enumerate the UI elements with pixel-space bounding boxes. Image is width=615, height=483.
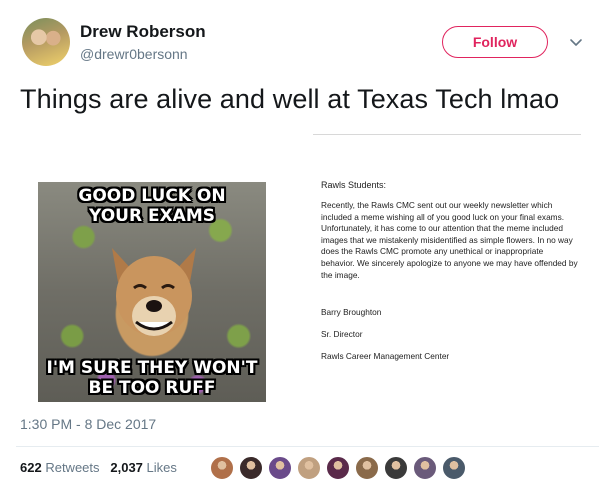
author-avatar[interactable] xyxy=(22,18,70,66)
retweets-count[interactable]: 622 xyxy=(20,460,42,475)
tweet-media[interactable]: GOOD LUCK ON YOUR EXAMS I'M SURE THEY WO… xyxy=(20,118,590,402)
tweet-text: Things are alive and well at Texas Tech … xyxy=(20,84,560,114)
letter-body: Recently, the Rawls CMC sent out our wee… xyxy=(321,200,578,280)
letter-signer: Barry Broughton xyxy=(321,307,382,318)
letter-signer-org: Rawls Career Management Center xyxy=(321,351,450,362)
meme-bottom-caption: I'M SURE THEY WON'T BE TOO RUFF xyxy=(46,358,258,398)
tweet-stats: 622 Retweets 2,037 Likes xyxy=(20,460,177,475)
liker-avatar[interactable] xyxy=(355,456,379,480)
letter-salutation: Rawls Students: xyxy=(321,180,387,190)
letter-header-rule xyxy=(313,134,581,135)
chevron-down-icon[interactable] xyxy=(568,34,584,50)
likes-label[interactable]: Likes xyxy=(147,460,177,475)
liker-avatar[interactable] xyxy=(239,456,263,480)
author-handle[interactable]: @drewr0bersonn xyxy=(80,46,188,62)
divider xyxy=(16,446,599,447)
follow-button[interactable]: Follow xyxy=(442,26,548,58)
liker-avatar[interactable] xyxy=(413,456,437,480)
liker-avatar[interactable] xyxy=(326,456,350,480)
tweet-header: Drew Roberson @drewr0bersonn Follow xyxy=(16,16,601,68)
tweet-timestamp[interactable]: 1:30 PM - 8 Dec 2017 xyxy=(20,416,156,432)
liker-avatar[interactable] xyxy=(442,456,466,480)
letter-signer-title: Sr. Director xyxy=(321,329,363,340)
liker-avatar[interactable] xyxy=(297,456,321,480)
meme-image[interactable]: GOOD LUCK ON YOUR EXAMS I'M SURE THEY WO… xyxy=(38,182,266,402)
retweets-label[interactable]: Retweets xyxy=(45,460,99,475)
dog-face-illustration xyxy=(112,248,196,336)
liker-avatar[interactable] xyxy=(210,456,234,480)
likes-count[interactable]: 2,037 xyxy=(110,460,143,475)
apology-letter: Rawls Students: Recently, the Rawls CMC … xyxy=(321,180,579,373)
liker-avatar[interactable] xyxy=(384,456,408,480)
liker-avatar[interactable] xyxy=(268,456,292,480)
author-display-name[interactable]: Drew Roberson xyxy=(80,22,206,42)
meme-top-caption: GOOD LUCK ON YOUR EXAMS xyxy=(78,186,226,226)
